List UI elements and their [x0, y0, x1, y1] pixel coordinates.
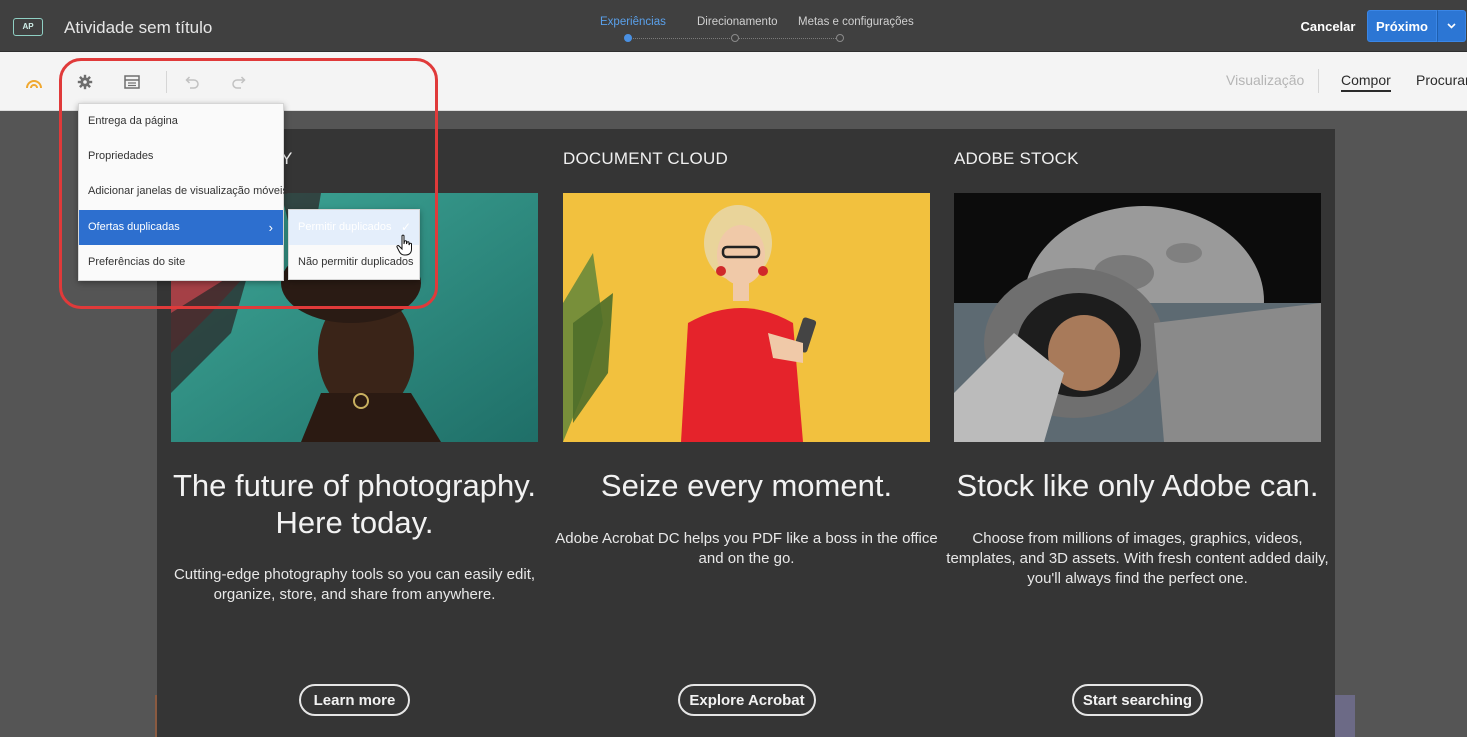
- menu-item-page-delivery[interactable]: Entrega da página: [79, 104, 283, 139]
- column-title[interactable]: The future of photography. Here today.: [151, 467, 558, 541]
- menu-item-properties[interactable]: Propriedades: [79, 139, 283, 174]
- page-edge-right: [1335, 695, 1355, 737]
- app-badge-icon[interactable]: AP: [13, 18, 43, 36]
- column-description[interactable]: Cutting-edge photography tools so you ca…: [161, 565, 548, 605]
- step-dot-goals: [836, 34, 844, 42]
- target-logo-icon[interactable]: [24, 72, 44, 92]
- menu-item-site-preferences[interactable]: Preferências do site: [79, 245, 283, 280]
- start-searching-button[interactable]: Start searching: [1072, 684, 1203, 716]
- menu-item-label: Entrega da página: [88, 115, 178, 127]
- column-heading[interactable]: ADOBE STOCK: [954, 149, 1079, 169]
- menu-item-label: Adicionar janelas de visualização móveis: [88, 185, 288, 197]
- submenu-item-label: Permitir duplicados: [298, 221, 392, 233]
- tab-compose[interactable]: Compor: [1341, 72, 1391, 92]
- column-title[interactable]: Seize every moment.: [543, 467, 950, 504]
- settings-dropdown-menu: Entrega da página Propriedades Adicionar…: [78, 103, 288, 281]
- menu-item-label: Ofertas duplicadas: [88, 221, 180, 233]
- toolbar-divider: [166, 71, 167, 93]
- workflow-steps: Experiências Direcionamento Metas e conf…: [590, 16, 920, 46]
- submenu-item-label: Não permitir duplicados: [298, 256, 414, 268]
- next-options-button[interactable]: [1437, 10, 1466, 42]
- column-heading[interactable]: DOCUMENT CLOUD: [563, 149, 728, 169]
- step-goals-settings[interactable]: Metas e configurações: [798, 16, 914, 28]
- tab-browse[interactable]: Procurar: [1416, 72, 1467, 88]
- explore-acrobat-button[interactable]: Explore Acrobat: [678, 684, 816, 716]
- step-targeting[interactable]: Direcionamento: [697, 16, 778, 28]
- tabs-divider: [1318, 69, 1319, 93]
- hand-pointer-cursor-icon: [396, 234, 414, 256]
- layout-icon[interactable]: [122, 72, 142, 92]
- cancel-button[interactable]: Cancelar: [1296, 12, 1360, 40]
- chevron-down-icon: [1447, 23, 1456, 29]
- document-cloud-hero-image[interactable]: [563, 193, 930, 442]
- column-description[interactable]: Adobe Acrobat DC helps you PDF like a bo…: [553, 529, 940, 569]
- menu-item-duplicate-offers[interactable]: Ofertas duplicadas ›: [79, 210, 283, 245]
- menu-item-label: Preferências do site: [88, 256, 186, 268]
- gear-icon[interactable]: [75, 72, 95, 92]
- column-title[interactable]: Stock like only Adobe can.: [934, 467, 1341, 504]
- adobe-stock-hero-image[interactable]: [954, 193, 1321, 442]
- column-description[interactable]: Choose from millions of images, graphics…: [944, 529, 1331, 589]
- step-dot-targeting: [731, 34, 739, 42]
- undo-icon[interactable]: [182, 72, 202, 92]
- menu-item-label: Propriedades: [88, 150, 154, 162]
- activity-title[interactable]: Atividade sem título: [64, 18, 212, 38]
- redo-icon[interactable]: [229, 72, 249, 92]
- top-header: AP Atividade sem título Experiências Dir…: [0, 0, 1467, 52]
- step-experiences[interactable]: Experiências: [600, 16, 666, 28]
- step-dot-experiences: [624, 34, 632, 42]
- chevron-right-icon: ›: [268, 220, 273, 235]
- menu-item-add-mobile-viewports[interactable]: Adicionar janelas de visualização móveis: [79, 174, 288, 209]
- learn-more-button[interactable]: Learn more: [299, 684, 410, 716]
- next-button[interactable]: Próximo: [1367, 10, 1437, 42]
- tab-preview[interactable]: Visualização: [1226, 72, 1304, 88]
